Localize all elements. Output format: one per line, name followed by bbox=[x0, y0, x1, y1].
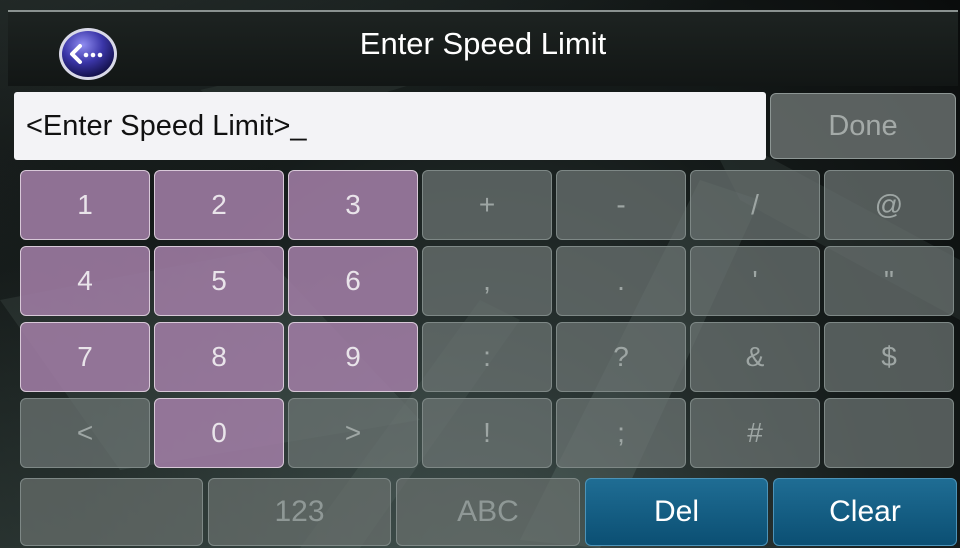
key-2[interactable]: 3 bbox=[288, 170, 418, 240]
key-11[interactable]: . bbox=[556, 246, 686, 316]
key-13[interactable]: " bbox=[824, 246, 954, 316]
key-26[interactable]: # bbox=[690, 398, 820, 468]
page-title: Enter Speed Limit bbox=[359, 26, 607, 61]
key-5[interactable]: / bbox=[690, 170, 820, 240]
key-18[interactable]: ? bbox=[556, 322, 686, 392]
done-button[interactable]: Done bbox=[770, 93, 956, 159]
key-7[interactable]: 4 bbox=[20, 246, 150, 316]
key-21[interactable]: < bbox=[20, 398, 150, 468]
key-25[interactable]: ; bbox=[556, 398, 686, 468]
key-15[interactable]: 8 bbox=[154, 322, 284, 392]
key-14[interactable]: 7 bbox=[20, 322, 150, 392]
key-17[interactable]: : bbox=[422, 322, 552, 392]
key-19[interactable]: & bbox=[690, 322, 820, 392]
key-16[interactable]: 9 bbox=[288, 322, 418, 392]
key-1[interactable]: 2 bbox=[154, 170, 284, 240]
key-23[interactable]: > bbox=[288, 398, 418, 468]
numeric-mode-button[interactable]: 123 bbox=[208, 478, 391, 546]
key-8[interactable]: 5 bbox=[154, 246, 284, 316]
title-bar: Enter Speed Limit bbox=[8, 10, 958, 86]
key-10[interactable]: , bbox=[422, 246, 552, 316]
key-0[interactable]: 1 bbox=[20, 170, 150, 240]
clear-button[interactable]: Clear bbox=[773, 478, 957, 546]
key-24[interactable]: ! bbox=[422, 398, 552, 468]
blank-mode-button[interactable] bbox=[20, 478, 203, 546]
key-3[interactable]: + bbox=[422, 170, 552, 240]
key-12[interactable]: ' bbox=[690, 246, 820, 316]
key-22[interactable]: 0 bbox=[154, 398, 284, 468]
alpha-mode-button[interactable]: ABC bbox=[396, 478, 580, 546]
delete-button[interactable]: Del bbox=[585, 478, 768, 546]
key-4[interactable]: - bbox=[556, 170, 686, 240]
key-6[interactable]: @ bbox=[824, 170, 954, 240]
key-9[interactable]: 6 bbox=[288, 246, 418, 316]
key-20[interactable]: $ bbox=[824, 322, 954, 392]
speed-limit-input[interactable]: <Enter Speed Limit>_ bbox=[14, 92, 766, 160]
blank-key bbox=[824, 398, 954, 468]
